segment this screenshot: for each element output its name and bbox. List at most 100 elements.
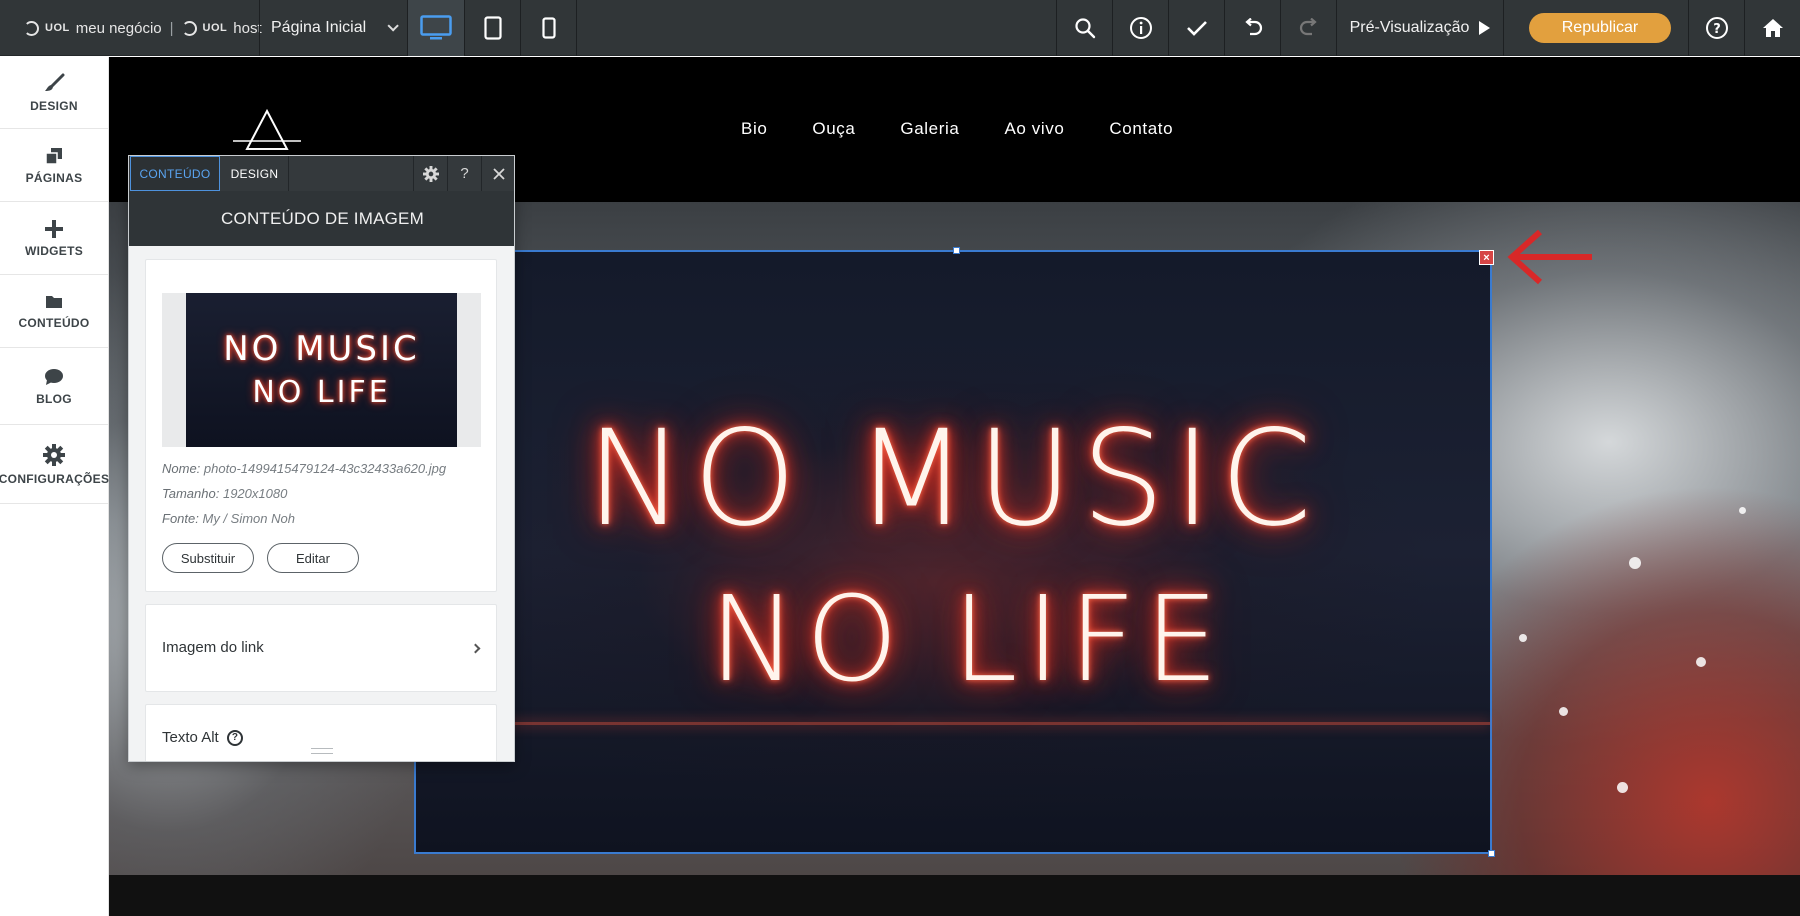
site-nav: Bio Ouça Galeria Ao vivo Contato xyxy=(741,119,1218,139)
size-label: Tamanho: xyxy=(162,486,220,501)
info-icon xyxy=(1130,17,1152,39)
panel-tabs: CONTEÚDO DESIGN ? xyxy=(129,156,514,191)
uol-logo-icon-2 xyxy=(181,20,197,36)
brand-uol-text-2: UOL xyxy=(202,22,228,34)
help-icon: ? xyxy=(1706,17,1728,39)
bokeh-dot xyxy=(1629,557,1641,569)
selected-image[interactable]: NO MUSIC NO LIFE xyxy=(414,250,1492,854)
panel-settings-button[interactable] xyxy=(413,156,447,191)
image-link-label: Imagem do link xyxy=(162,639,264,656)
image-source-meta: Fonte: My / Simon Noh xyxy=(162,511,295,526)
brand-logo[interactable]: UOL meu negócio | UOL host xyxy=(24,17,262,39)
desktop-view-button[interactable] xyxy=(408,0,464,56)
home-icon xyxy=(1763,19,1783,37)
close-icon xyxy=(492,167,505,180)
tablet-view-button[interactable] xyxy=(465,0,521,56)
gear-icon xyxy=(43,443,65,466)
svg-text:?: ? xyxy=(1713,22,1721,37)
sidebar-item-label: BLOG xyxy=(36,391,72,406)
info-button[interactable] xyxy=(1113,0,1169,56)
panel-help-button[interactable]: ? xyxy=(447,156,481,191)
help-button[interactable]: ? xyxy=(1689,0,1745,56)
tablet-icon xyxy=(484,16,502,40)
image-thumbnail-frame: NO MUSIC NO LIFE xyxy=(162,293,481,447)
check-icon xyxy=(1187,21,1207,36)
source-value[interactable]: My / Simon Noh xyxy=(202,511,294,526)
left-sidebar: DESIGN PÁGINAS WIDGETS CONTEÚDO BLOG CON… xyxy=(0,57,109,916)
desktop-icon xyxy=(420,15,452,40)
brand-uol-text: UOL xyxy=(45,22,70,34)
nav-link-galeria[interactable]: Galeria xyxy=(900,119,959,139)
alt-text-label: Texto Alt xyxy=(162,729,219,746)
chevron-right-icon xyxy=(470,643,481,654)
plus-icon xyxy=(45,219,63,238)
save-check-button[interactable] xyxy=(1169,0,1225,56)
source-label: Fonte: xyxy=(162,511,199,526)
image-link-row[interactable]: Imagem do link xyxy=(145,604,497,692)
chevron-down-icon xyxy=(387,20,399,32)
edit-image-button[interactable]: Editar xyxy=(267,543,359,573)
nav-link-ao-vivo[interactable]: Ao vivo xyxy=(1004,119,1064,139)
undo-button[interactable] xyxy=(1225,0,1281,56)
image-neon-bar xyxy=(416,722,1490,725)
home-button[interactable] xyxy=(1745,0,1800,56)
page-select-dropdown[interactable]: Página Inicial xyxy=(260,0,407,56)
mobile-view-button[interactable] xyxy=(521,0,577,56)
resize-handle-bottom-right[interactable] xyxy=(1488,850,1495,857)
bokeh-dot xyxy=(1696,657,1706,667)
remove-widget-button[interactable]: × xyxy=(1479,250,1494,265)
image-content-panel: CONTEÚDO DESIGN ? CONTEÚDO DE IMAGEM NO … xyxy=(128,155,515,762)
site-logo-triangle-icon[interactable] xyxy=(229,107,305,155)
chat-bubble-icon xyxy=(45,368,63,385)
mobile-icon xyxy=(542,17,556,39)
thumbnail-text-line-1: NO MUSIC xyxy=(223,329,420,369)
republish-button[interactable]: Republicar xyxy=(1529,13,1671,43)
nav-link-ouca[interactable]: Ouça xyxy=(812,119,855,139)
alt-help-icon[interactable]: ? xyxy=(226,730,243,747)
name-label: Nome: xyxy=(162,461,201,476)
uol-logo-icon xyxy=(24,20,39,36)
sidebar-item-blog[interactable]: BLOG xyxy=(0,349,108,425)
brush-icon xyxy=(45,73,65,91)
preview-button[interactable]: Pré-Visualização xyxy=(1337,0,1503,56)
sidebar-item-settings[interactable]: CONFIGURAÇÕES xyxy=(0,426,110,504)
redo-button[interactable] xyxy=(1281,0,1337,56)
top-toolbar: UOL meu negócio | UOL host Página Inicia… xyxy=(0,0,1800,56)
page-select-value: Página Inicial xyxy=(271,19,367,36)
image-neon-line-2: NO LIFE xyxy=(709,570,1227,708)
sidebar-item-pages[interactable]: PÁGINAS xyxy=(0,130,108,202)
settings-icon xyxy=(422,165,439,182)
sidebar-item-content[interactable]: CONTEÚDO xyxy=(0,276,108,348)
replace-image-button[interactable]: Substituir xyxy=(162,543,254,573)
sidebar-item-label: WIDGETS xyxy=(24,243,84,258)
panel-title: CONTEÚDO DE IMAGEM xyxy=(129,191,514,246)
bokeh-dot xyxy=(1559,707,1568,716)
size-value: 1920x1080 xyxy=(222,486,288,501)
play-icon xyxy=(1479,21,1491,35)
panel-resize-handle[interactable] xyxy=(311,748,333,754)
bokeh-dot xyxy=(1519,634,1527,642)
resize-handle-top[interactable] xyxy=(953,247,960,254)
image-thumbnail[interactable]: NO MUSIC NO LIFE xyxy=(186,293,457,447)
folder-icon xyxy=(46,295,62,308)
tab-design[interactable]: DESIGN xyxy=(221,156,289,191)
redo-icon xyxy=(1299,18,1317,36)
brand-product-host: host xyxy=(233,19,262,37)
sidebar-item-widgets[interactable]: WIDGETS xyxy=(0,203,108,275)
nav-link-bio[interactable]: Bio xyxy=(741,119,767,139)
help-icon: ? xyxy=(460,165,469,182)
nav-link-contato[interactable]: Contato xyxy=(1109,119,1173,139)
sidebar-item-label: CONTEÚDO xyxy=(18,315,90,330)
image-neon-line-1: NO MUSIC xyxy=(586,402,1320,556)
sidebar-item-label: CONFIGURAÇÕES xyxy=(0,471,110,486)
sidebar-item-design[interactable]: DESIGN xyxy=(0,57,108,129)
annotation-arrow-icon xyxy=(1507,229,1592,285)
search-icon xyxy=(1075,18,1096,39)
search-button[interactable] xyxy=(1057,0,1113,56)
undo-icon xyxy=(1245,18,1263,36)
bokeh-dot xyxy=(1739,507,1746,514)
tab-content[interactable]: CONTEÚDO xyxy=(130,156,220,191)
sidebar-item-label: DESIGN xyxy=(30,98,78,113)
panel-close-button[interactable] xyxy=(481,156,514,191)
image-info-card: NO MUSIC NO LIFE Nome: photo-14994154791… xyxy=(145,259,497,592)
